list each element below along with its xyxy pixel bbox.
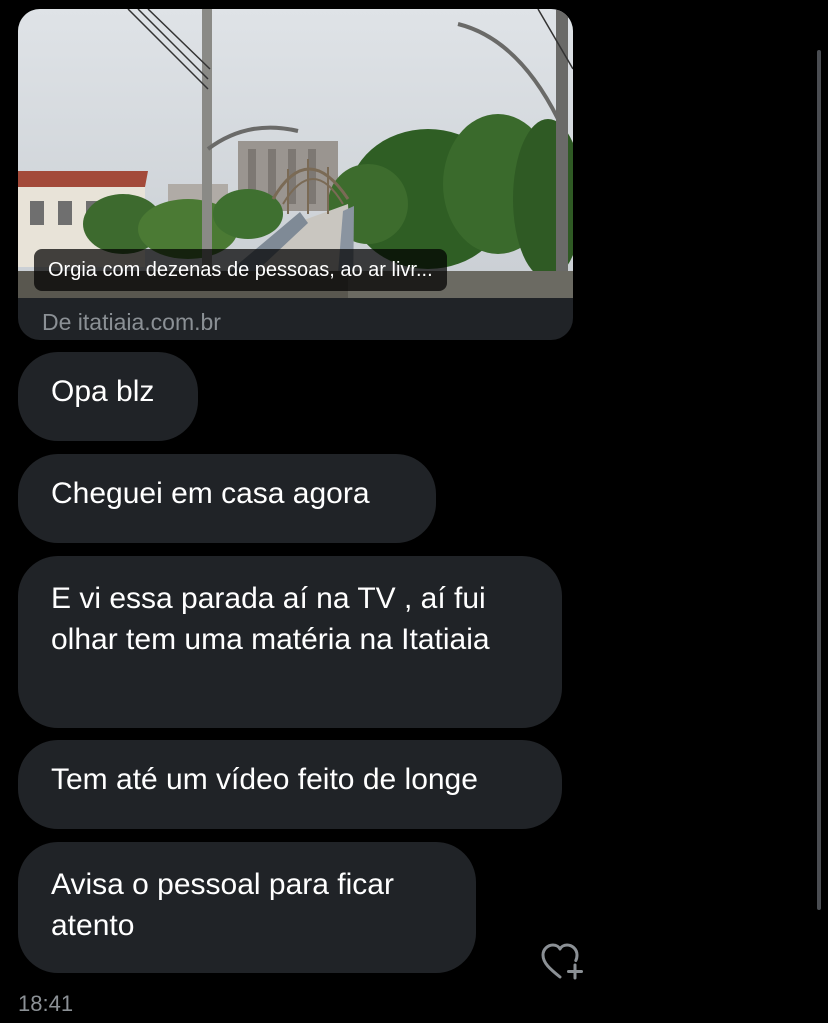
link-preview-source: De itatiaia.com.br: [42, 309, 221, 335]
message-text: Tem até um vídeo feito de longe: [51, 763, 478, 796]
message-timestamp: 18:41: [18, 991, 74, 1016]
link-preview-caption-text: Orgia com dezenas de pessoas, ao ar livr…: [48, 258, 433, 281]
message-text: E vi essa parada aí na TV , aí fui olhar…: [51, 582, 490, 656]
link-preview-image[interactable]: Orgia com dezenas de pessoas, ao ar livr…: [18, 9, 573, 298]
message-text: Cheguei em casa agora: [51, 477, 370, 510]
message-bubble[interactable]: Tem até um vídeo feito de longe: [18, 740, 562, 829]
message-bubble[interactable]: E vi essa parada aí na TV , aí fui olhar…: [18, 556, 562, 728]
message-text: Avisa o pessoal para ficar atento: [51, 868, 394, 942]
link-preview-card[interactable]: Orgia com dezenas de pessoas, ao ar livr…: [18, 9, 573, 340]
link-preview-caption: Orgia com dezenas de pessoas, ao ar livr…: [34, 249, 447, 291]
message-bubble[interactable]: Opa blz: [18, 352, 198, 441]
heart-plus-icon[interactable]: [540, 942, 586, 982]
message-bubble[interactable]: Cheguei em casa agora: [18, 454, 436, 543]
message-text: Opa blz: [51, 375, 155, 408]
message-bubble[interactable]: Avisa o pessoal para ficar atento: [18, 842, 476, 973]
scrollbar[interactable]: [817, 50, 821, 910]
